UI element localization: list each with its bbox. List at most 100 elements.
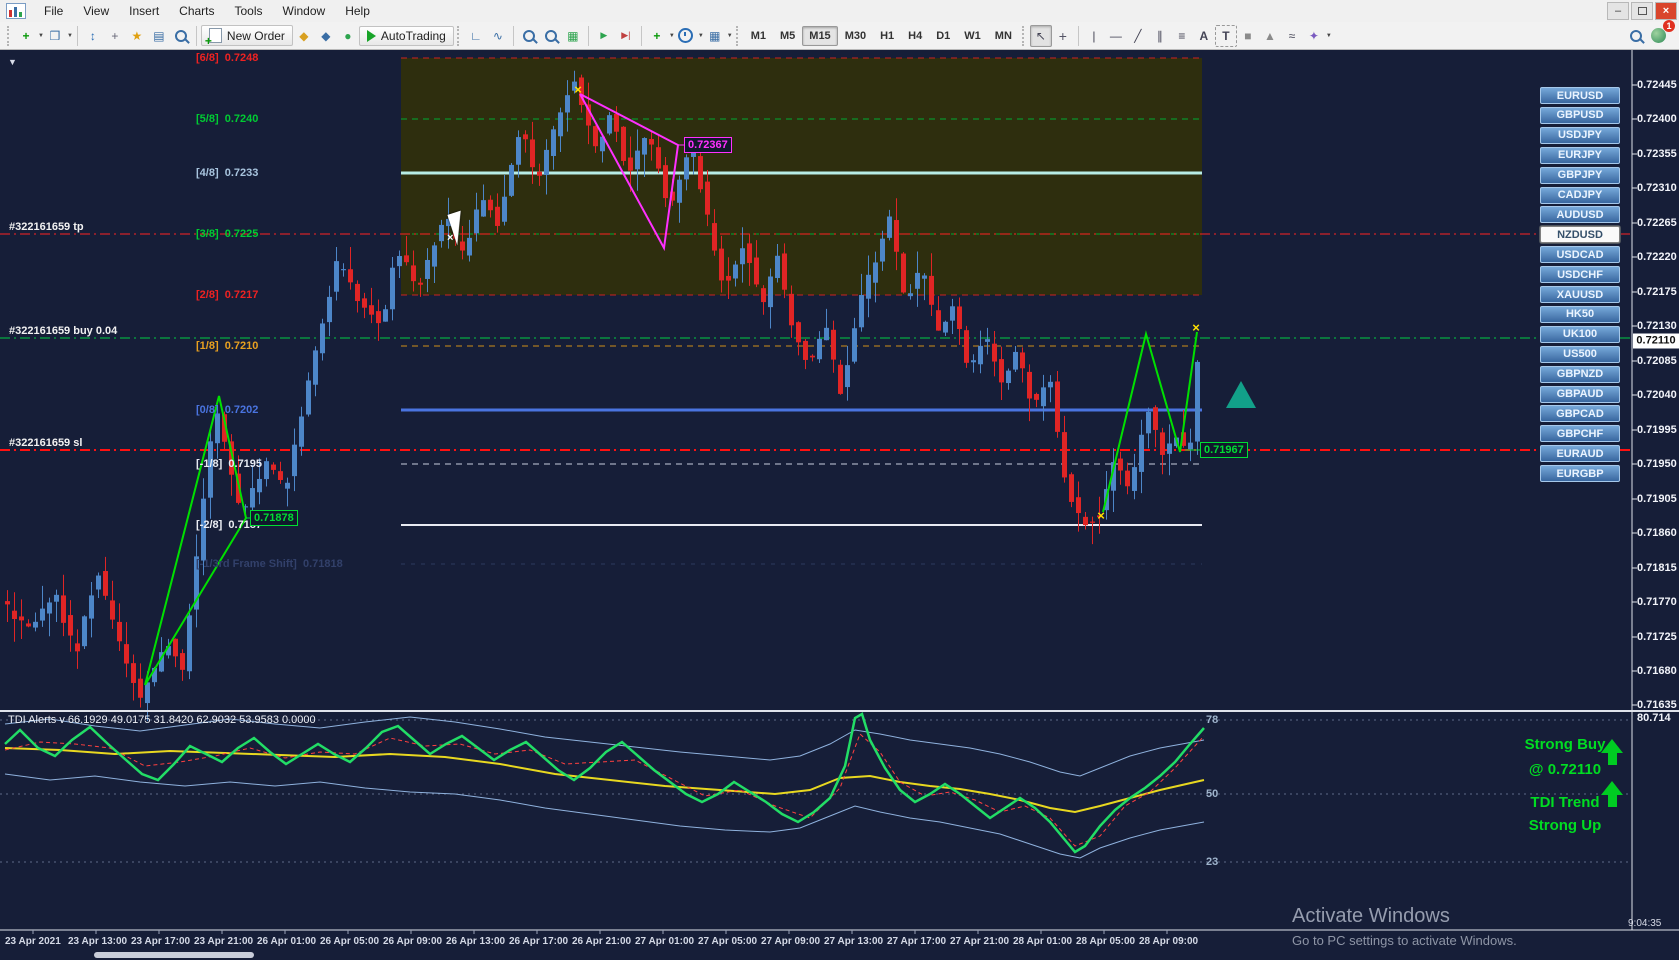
zoom-in-button[interactable] [518, 25, 540, 47]
crosshair-tool-button[interactable]: + [1052, 25, 1074, 47]
restore-button[interactable] [1631, 2, 1653, 20]
experts-button[interactable]: ◆ [293, 25, 315, 47]
symbol-button-usdcad[interactable]: USDCAD [1540, 246, 1620, 264]
line-chart-button[interactable]: ∿ [487, 25, 509, 47]
arrows-caret-icon[interactable]: ▼ [1326, 33, 1332, 39]
channel-tool-button[interactable]: ∥ [1149, 25, 1171, 47]
zoom-out-button[interactable] [540, 25, 562, 47]
mt4-window: File View Insert Charts Tools Window Help – × … [0, 0, 1679, 960]
rectangle-tool-button[interactable]: ■ [1237, 25, 1259, 47]
symbol-button-gbpaud[interactable]: GBPAUD [1540, 385, 1620, 403]
menu-help[interactable]: Help [335, 1, 380, 21]
menu-bar: File View Insert Charts Tools Window Help – × [0, 0, 1679, 23]
symbol-button-euraud[interactable]: EURAUD [1540, 445, 1620, 463]
toolbar-separator [76, 25, 78, 46]
timeframe-mn[interactable]: MN [988, 26, 1019, 46]
indicators-caret-icon[interactable]: ▼ [669, 33, 675, 39]
toolbar-grip[interactable] [456, 25, 462, 46]
metaeditor-button[interactable]: ◆ [315, 25, 337, 47]
symbol-button-cadjpy[interactable]: CADJPY [1540, 186, 1620, 204]
arrows-tool-button[interactable]: ✦ [1303, 25, 1325, 47]
symbol-button-gbpnzd[interactable]: GBPNZD [1540, 365, 1620, 383]
chart-shift-button[interactable]: ▶| [615, 25, 637, 47]
close-button[interactable]: × [1655, 2, 1677, 20]
trendline-tool-button[interactable]: ╱ [1127, 25, 1149, 47]
timeframe-w1[interactable]: W1 [957, 26, 988, 46]
timeframe-m30[interactable]: M30 [838, 26, 873, 46]
toolbar-grip[interactable] [7, 25, 12, 46]
zoom-out-icon [544, 29, 557, 42]
vertical-line-tool-button[interactable]: | [1083, 25, 1105, 47]
symbol-button-gbpchf[interactable]: GBPCHF [1540, 425, 1620, 443]
menu-file[interactable]: File [34, 1, 73, 21]
text-label-tool-button[interactable]: T [1214, 24, 1237, 47]
symbol-button-gbpjpy[interactable]: GBPJPY [1540, 166, 1620, 184]
symbol-button-audusd[interactable]: AUDUSD [1540, 206, 1620, 224]
symbol-button-xauusd[interactable]: XAUUSD [1540, 286, 1620, 303]
timeframe-bar: M1 M5 M15 M30 H1 H4 D1 W1 MN [744, 25, 1019, 46]
timeframe-d1[interactable]: D1 [929, 26, 957, 46]
search-icon [1630, 29, 1642, 42]
templates-button[interactable]: ▦ [704, 25, 726, 47]
timeframe-h4[interactable]: H4 [901, 26, 929, 46]
new-order-button[interactable]: New Order [200, 25, 293, 48]
autotrading-play-icon [366, 29, 376, 42]
symbol-button-gbpusd[interactable]: GBPUSD [1540, 106, 1620, 124]
chart-canvas[interactable] [0, 50, 1679, 960]
symbol-button-usdchf[interactable]: USDCHF [1540, 266, 1620, 284]
fibonacci-fan-tool-button[interactable]: ≈ [1281, 25, 1303, 47]
menu-view[interactable]: View [73, 1, 119, 21]
templates-caret-icon[interactable]: ▼ [727, 33, 733, 39]
profiles-button[interactable]: ❒ [44, 25, 66, 47]
triangle-tool-button[interactable]: ▲ [1259, 25, 1281, 47]
auto-scroll-button[interactable]: ▶ [593, 25, 615, 47]
toolbar-grip[interactable] [735, 25, 741, 46]
minimize-button[interactable]: – [1607, 2, 1629, 20]
symbol-button-us500[interactable]: US500 [1540, 345, 1620, 363]
symbol-button-usdjpy[interactable]: USDJPY [1540, 126, 1620, 144]
horizontal-scrollbar-thumb[interactable] [94, 952, 254, 958]
timeframe-m15[interactable]: M15 [802, 25, 838, 46]
horizontal-line-tool-button[interactable]: — [1105, 25, 1127, 47]
search-button[interactable] [1625, 25, 1647, 47]
fibonacci-tool-button[interactable]: ≡ [1171, 25, 1193, 47]
notifications-button[interactable]: 1 [1647, 19, 1675, 47]
periods-button[interactable] [675, 25, 697, 47]
strategy-tester-button[interactable] [170, 25, 192, 47]
symbol-button-eurusd[interactable]: EURUSD [1540, 87, 1620, 104]
market-watch-button[interactable]: ↕ [82, 25, 104, 47]
timeframe-m1[interactable]: M1 [744, 26, 773, 46]
text-tool-button[interactable]: A [1193, 25, 1215, 47]
navigator-button[interactable]: ★ [126, 25, 148, 47]
toolbar-grip[interactable] [1021, 25, 1027, 46]
toolbar-separator [1077, 25, 1079, 46]
clock-icon [678, 28, 694, 43]
symbol-button-gbpcad[interactable]: GBPCAD [1540, 405, 1620, 423]
menu-insert[interactable]: Insert [119, 1, 169, 21]
terminal-button[interactable]: ▤ [148, 25, 170, 47]
indicators-button[interactable]: + [646, 25, 668, 47]
menu-window[interactable]: Window [273, 1, 336, 21]
zoom-in-icon [522, 29, 535, 42]
toolbar-separator [587, 25, 589, 46]
symbol-button-nzdusd[interactable]: NZDUSD [1540, 226, 1620, 244]
new-chart-button[interactable]: + [15, 25, 37, 47]
toolbar-separator [640, 25, 642, 46]
tester-icon [174, 29, 187, 42]
profiles-caret-icon[interactable]: ▼ [67, 33, 73, 39]
menu-tools[interactable]: Tools [225, 1, 273, 21]
cursor-tool-button[interactable]: ↖ [1029, 24, 1052, 47]
periods-caret-icon[interactable]: ▼ [698, 33, 704, 39]
bar-chart-button[interactable]: ∟ [465, 25, 487, 47]
timeframe-m5[interactable]: M5 [773, 26, 802, 46]
tile-windows-button[interactable]: ▦ [562, 25, 584, 47]
autotrading-button[interactable]: AutoTrading [358, 25, 454, 46]
timeframe-h1[interactable]: H1 [873, 26, 901, 46]
symbol-button-eurgbp[interactable]: EURGBP [1540, 465, 1620, 483]
symbol-button-eurjpy[interactable]: EURJPY [1540, 146, 1620, 164]
symbol-button-hk50[interactable]: HK50 [1540, 305, 1620, 323]
data-window-button[interactable]: + [104, 25, 126, 47]
symbol-button-uk100[interactable]: UK100 [1540, 325, 1620, 343]
menu-charts[interactable]: Charts [169, 1, 224, 21]
signals-button[interactable]: ● [337, 25, 359, 47]
